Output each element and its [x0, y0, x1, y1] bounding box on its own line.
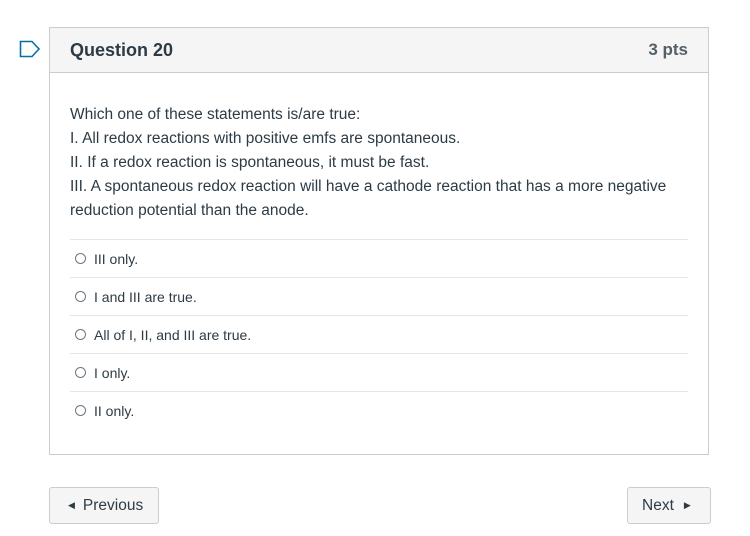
question-text-line: Which one of these statements is/are tru… — [70, 106, 361, 123]
question-text-line: III. A spontaneous redox reaction will h… — [70, 178, 667, 219]
answer-option[interactable]: III only. — [70, 240, 688, 278]
previous-label: Previous — [82, 496, 144, 514]
previous-button[interactable]: ◀ Previous — [49, 487, 159, 524]
radio-button[interactable] — [75, 367, 86, 378]
radio-button[interactable] — [75, 329, 86, 340]
answer-option[interactable]: II only. — [70, 392, 688, 429]
question-points: 3 pts — [648, 40, 688, 59]
question-header: Question 20 3 pts — [50, 28, 708, 73]
question-body: Which one of these statements is/are tru… — [50, 73, 708, 429]
answer-list: III only. I and III are true. All of I, … — [70, 239, 688, 429]
question-title: Question 20 — [70, 39, 174, 60]
answer-label: II only. — [94, 402, 135, 419]
next-label: Next — [642, 496, 674, 514]
answer-option[interactable]: All of I, II, and III are true. — [70, 316, 688, 354]
answer-label: I and III are true. — [94, 288, 197, 305]
quiz-page: Question 20 3 pts Which one of these sta… — [0, 0, 750, 536]
question-text-line: II. If a redox reaction is spontaneous, … — [70, 154, 430, 171]
caret-left-icon: ◀ — [68, 500, 75, 510]
question-text: Which one of these statements is/are tru… — [70, 103, 688, 223]
answer-option[interactable]: I only. — [70, 354, 688, 392]
next-button[interactable]: Next ▶ — [627, 487, 711, 524]
radio-button[interactable] — [75, 405, 86, 416]
answer-option[interactable]: I and III are true. — [70, 278, 688, 316]
caret-right-icon: ▶ — [683, 500, 691, 510]
question-text-line: I. All redox reactions with positive emf… — [70, 130, 461, 147]
answer-label: III only. — [94, 250, 139, 267]
answer-label: All of I, II, and III are true. — [94, 326, 252, 343]
radio-button[interactable] — [75, 253, 86, 264]
answer-label: I only. — [94, 364, 131, 381]
question-card: Question 20 3 pts Which one of these sta… — [49, 27, 709, 455]
flag-question-icon[interactable] — [19, 40, 41, 58]
radio-button[interactable] — [75, 291, 86, 302]
